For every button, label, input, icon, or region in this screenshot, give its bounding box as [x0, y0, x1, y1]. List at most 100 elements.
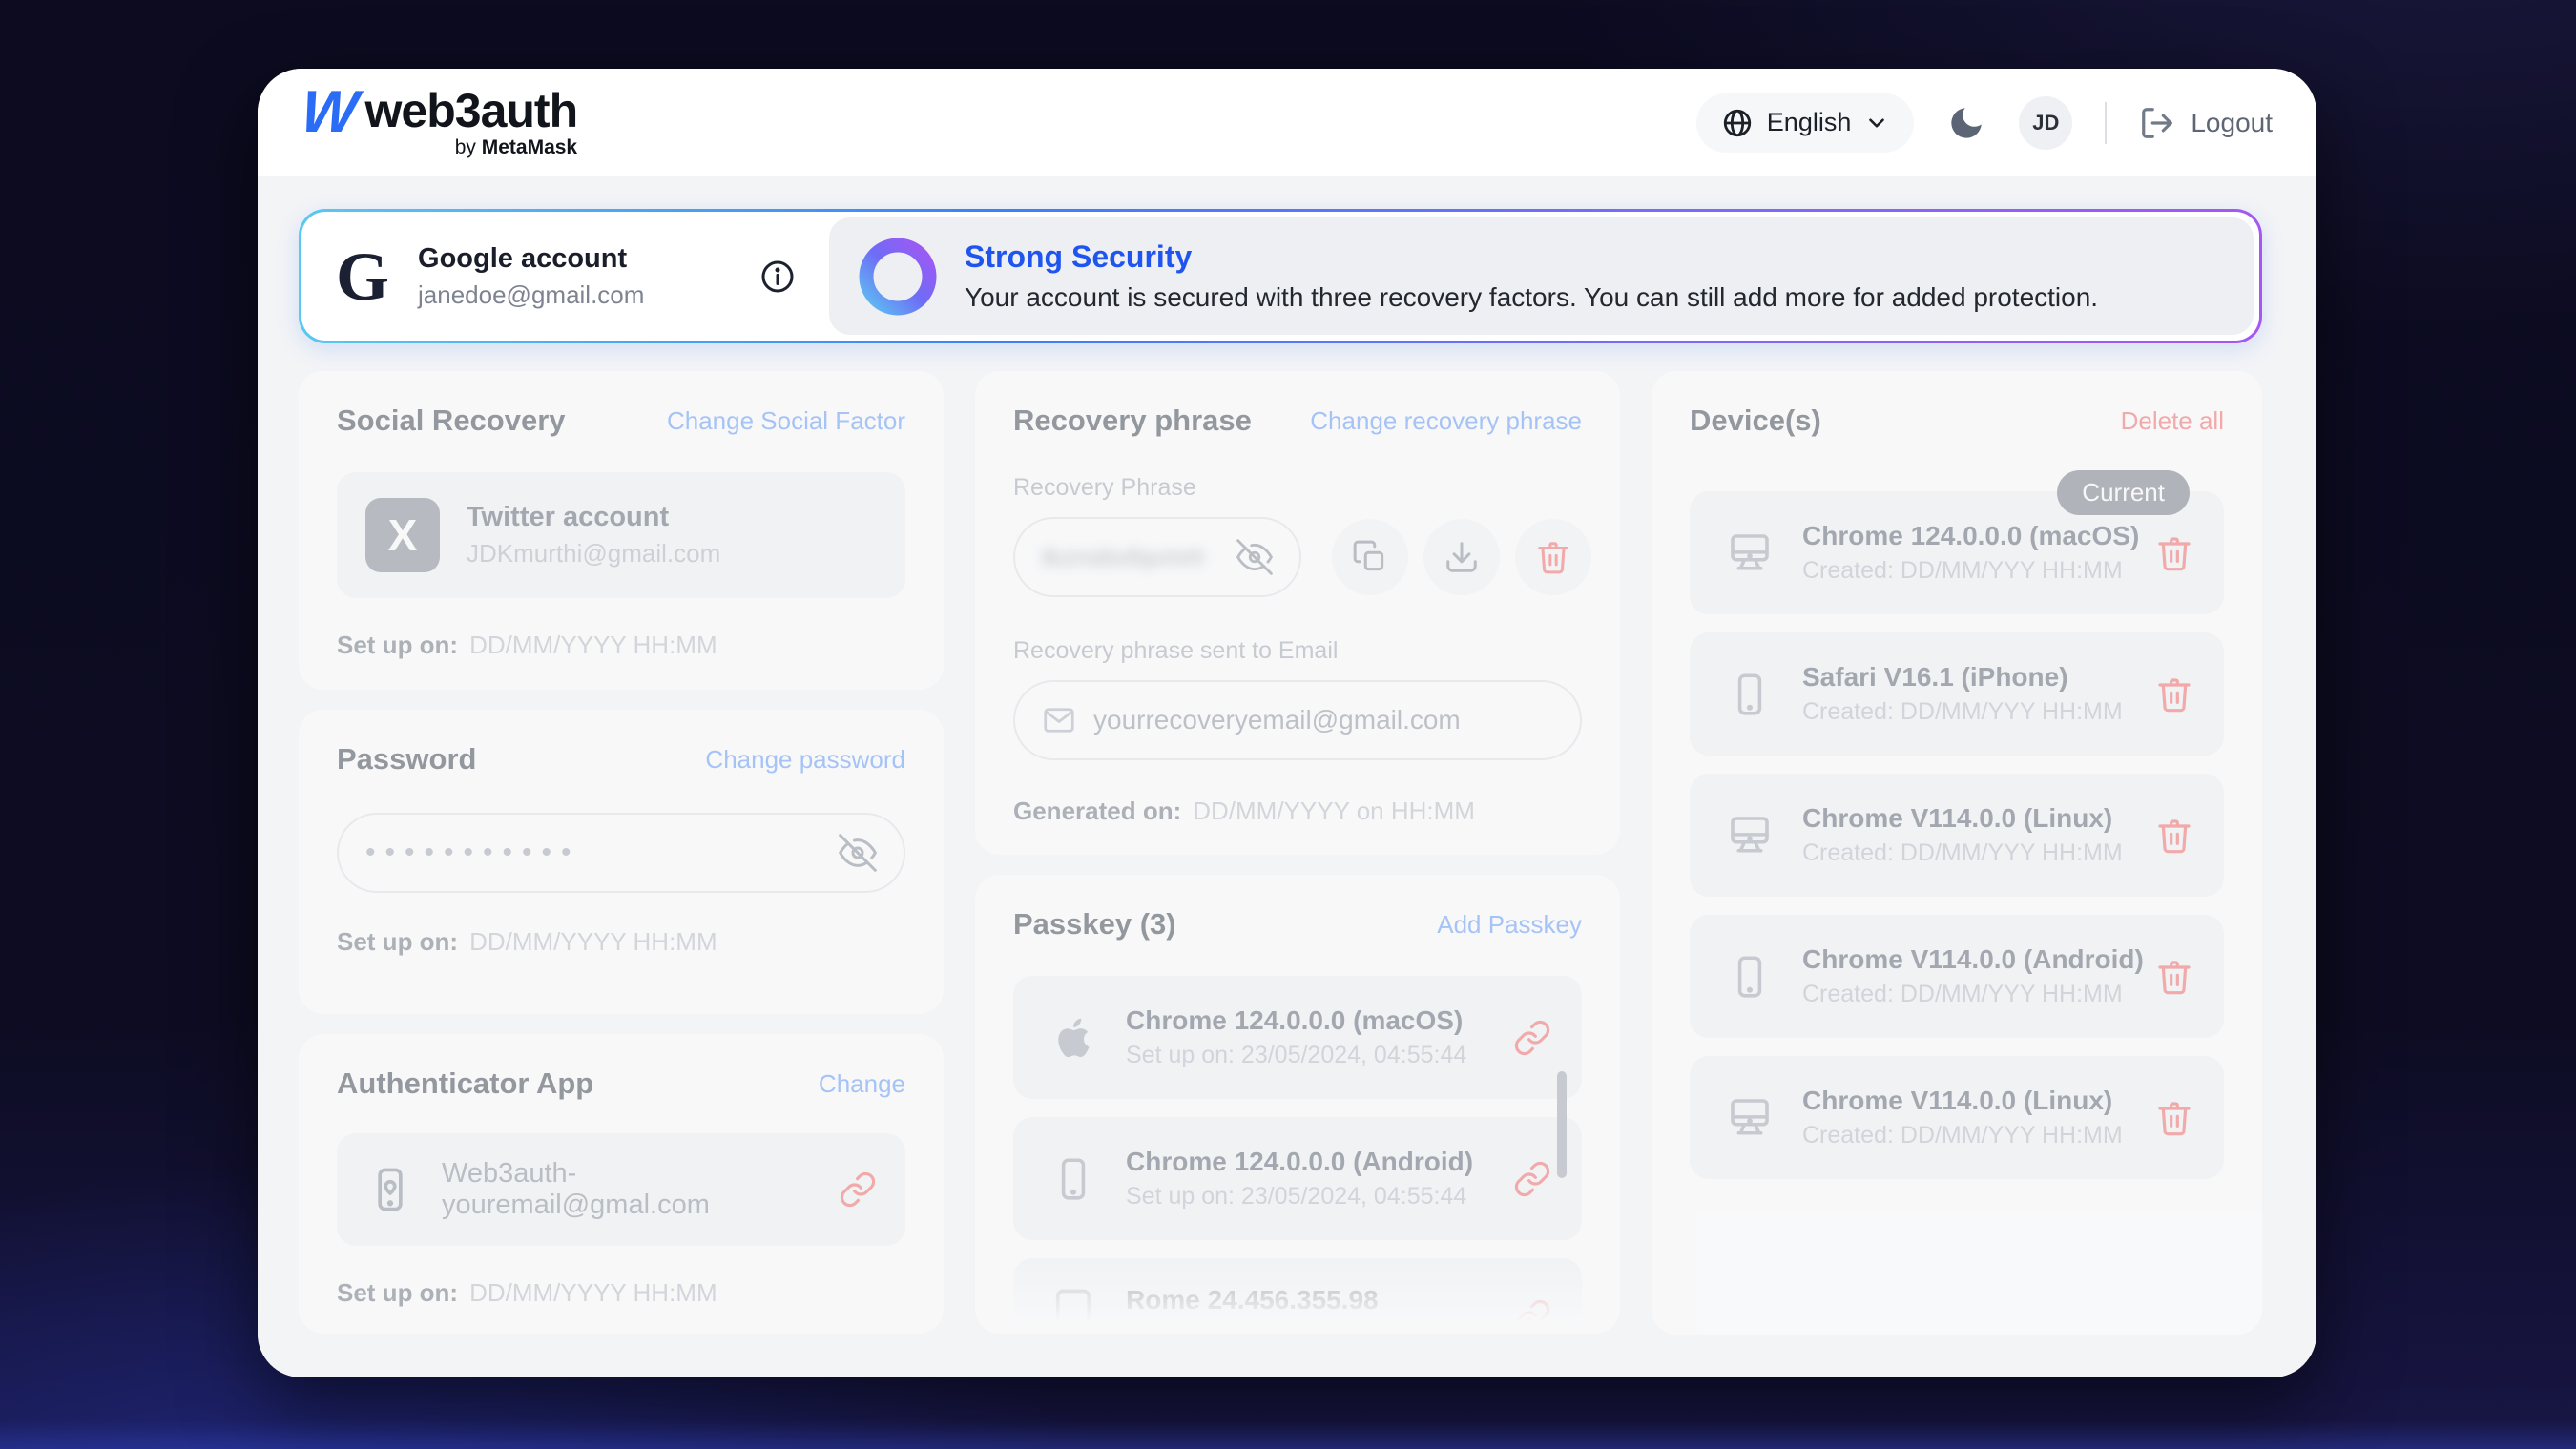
logo-wordmark: web3auth	[365, 87, 578, 135]
change-authenticator-link[interactable]: Change	[819, 1069, 905, 1099]
passkey-title: Passkey (3)	[1013, 907, 1176, 942]
authenticator-card: Authenticator App Change Web3auth-yourem…	[299, 1034, 944, 1334]
generated-label: Generated on:	[1013, 797, 1181, 825]
generated-row: Generated on: DD/MM/YYYY on HH:MM	[1013, 797, 1582, 826]
chevron-down-icon	[1864, 111, 1889, 135]
trash-icon[interactable]	[2155, 958, 2193, 996]
passkey-item-title: Chrome 124.0.0.0 (macOS)	[1126, 1005, 1513, 1036]
download-phrase-button[interactable]	[1423, 519, 1500, 595]
trash-icon[interactable]	[2155, 817, 2193, 855]
dark-mode-toggle[interactable]	[1946, 103, 1986, 143]
device-sub: Created: DD/MM/YYY HH:MM	[1802, 698, 2155, 726]
trash-icon[interactable]	[2155, 675, 2193, 714]
authenticator-account: Web3auth-youremail@gmal.com	[442, 1158, 839, 1221]
delete-phrase-button[interactable]	[1515, 519, 1591, 595]
device-row: Chrome V114.0.0 (Android) Created: DD/MM…	[1690, 915, 2224, 1038]
copy-icon	[1352, 539, 1388, 575]
change-social-factor-link[interactable]: Change Social Factor	[667, 406, 905, 436]
authenticator-setup-value: DD/MM/YYYY HH:MM	[469, 1278, 717, 1307]
factors-grid: Social Recovery Change Social Factor X T…	[299, 371, 2275, 1335]
recovery-phrase-masked: tkznsbxfqvmrtwol	[1042, 543, 1204, 572]
device-row: Safari V16.1 (iPhone) Created: DD/MM/YYY…	[1690, 632, 2224, 756]
social-setup-row: Set up on:DD/MM/YYYY HH:MM	[337, 631, 905, 660]
recovery-email-input[interactable]: yourrecoveryemail@gmail.com	[1013, 680, 1582, 760]
password-masked-value: •••••••••••	[365, 813, 581, 893]
link-icon[interactable]	[1513, 1298, 1551, 1334]
logo-brand: MetaMask	[482, 136, 577, 158]
device-title: Chrome V114.0.0 (Linux)	[1802, 803, 2155, 834]
recovery-email-label: Recovery phrase sent to Email	[1013, 637, 1582, 665]
passkey-scrollbar[interactable]	[1557, 1071, 1567, 1178]
tablet-icon	[1044, 1285, 1103, 1334]
link-icon[interactable]	[1513, 1019, 1551, 1057]
desktop-icon	[1720, 528, 1779, 579]
provider-title: Google account	[418, 243, 749, 275]
device-title: Chrome V114.0.0 (Android)	[1802, 944, 2155, 975]
recovery-phrase-input[interactable]: tkznsbxfqvmrtwol	[1013, 517, 1301, 597]
change-recovery-phrase-link[interactable]: Change recovery phrase	[1310, 406, 1582, 436]
social-recovery-title: Social Recovery	[337, 404, 566, 438]
current-device-badge: Current	[2057, 470, 2190, 515]
web3auth-logo-mark-icon: W	[299, 87, 354, 138]
avatar[interactable]: JD	[2019, 96, 2072, 150]
device-title: Safari V16.1 (iPhone)	[1802, 662, 2155, 693]
passkey-item-sub: Set up on: 23/05/2024, 04:55:44	[1126, 1042, 1513, 1069]
add-passkey-link[interactable]: Add Passkey	[1437, 910, 1582, 940]
security-status-section: Strong Security Your account is secured …	[829, 217, 2254, 335]
device-title: Chrome 124.0.0.0 (macOS)	[1802, 521, 2155, 551]
authenticator-title: Authenticator App	[337, 1066, 593, 1101]
recovery-phrase-label: Recovery Phrase	[1013, 474, 1582, 502]
device-row: Chrome V114.0.0 (Linux) Created: DD/MM/Y…	[1690, 774, 2224, 897]
x-twitter-icon: X	[365, 498, 440, 572]
apple-icon	[1044, 1011, 1103, 1065]
logout-button[interactable]: Logout	[2139, 105, 2273, 141]
phone-icon	[1044, 1155, 1103, 1203]
authenticator-setup-label: Set up on:	[337, 1278, 458, 1307]
provider-email: janedoe@gmail.com	[418, 280, 749, 310]
logout-label: Logout	[2191, 108, 2273, 138]
password-setup-value: DD/MM/YYYY HH:MM	[469, 927, 717, 956]
twitter-account-row: X Twitter account JDKmurthi@gmail.com	[337, 472, 905, 598]
trash-icon[interactable]	[2155, 534, 2193, 572]
password-setup-row: Set up on:DD/MM/YYYY HH:MM	[337, 927, 905, 957]
device-title: Chrome V114.0.0 (Linux)	[1802, 1086, 2155, 1116]
passkey-item-sub: Set up on: 23/05/2024, 04:55:44	[1126, 1183, 1513, 1211]
content-area: G Google account janedoe@gmail.com	[258, 176, 2316, 1377]
web3auth-logo: W web3auth by MetaMask	[301, 87, 577, 159]
trash-icon[interactable]	[2155, 1099, 2193, 1137]
trash-icon	[1535, 539, 1571, 575]
authenticator-account-row: Web3auth-youremail@gmal.com	[337, 1133, 905, 1246]
passkey-item-title: Chrome 124.0.0.0 (Android)	[1126, 1147, 1513, 1177]
recovery-email-value: yourrecoveryemail@gmail.com	[1093, 705, 1461, 735]
language-selector[interactable]: English	[1696, 93, 1915, 153]
copy-phrase-button[interactable]	[1332, 519, 1408, 595]
unlink-icon[interactable]	[839, 1170, 877, 1209]
phone-icon	[1720, 671, 1779, 718]
logout-icon	[2139, 105, 2175, 141]
globe-icon	[1721, 107, 1754, 139]
moon-icon	[1946, 103, 1986, 143]
link-icon[interactable]	[1513, 1160, 1551, 1198]
login-provider-section: G Google account janedoe@gmail.com	[301, 212, 829, 341]
device-row: Chrome V114.0.0 (Linux) Created: DD/MM/Y…	[1690, 1056, 2224, 1179]
device-row: Current Chrome 124.0.0.0 (macOS) Created…	[1690, 491, 2224, 614]
google-icon: G	[336, 242, 389, 311]
top-header: W web3auth by MetaMask English	[258, 69, 2316, 176]
desktop-icon	[1720, 1092, 1779, 1144]
change-password-link[interactable]: Change password	[705, 745, 905, 775]
passkey-row: Chrome 124.0.0.0 (macOS) Set up on: 23/0…	[1013, 976, 1582, 1099]
generated-value: DD/MM/YYYY on HH:MM	[1193, 797, 1475, 825]
download-icon	[1444, 539, 1480, 575]
eye-off-icon[interactable]	[1236, 539, 1273, 575]
info-icon[interactable]	[758, 258, 797, 296]
password-input[interactable]: •••••••••••	[337, 813, 905, 893]
password-title: Password	[337, 742, 476, 776]
desktop-icon	[1720, 810, 1779, 861]
delete-all-link[interactable]: Delete all	[2121, 406, 2224, 436]
twitter-account-email: JDKmurthi@gmail.com	[467, 539, 877, 569]
social-setup-label: Set up on:	[337, 631, 458, 659]
devices-title: Device(s)	[1690, 404, 1821, 438]
device-sub: Created: DD/MM/YYY HH:MM	[1802, 1122, 2155, 1149]
passkey-item-title: Rome 24.456.355.98	[1126, 1285, 1513, 1315]
eye-off-icon[interactable]	[839, 834, 877, 872]
